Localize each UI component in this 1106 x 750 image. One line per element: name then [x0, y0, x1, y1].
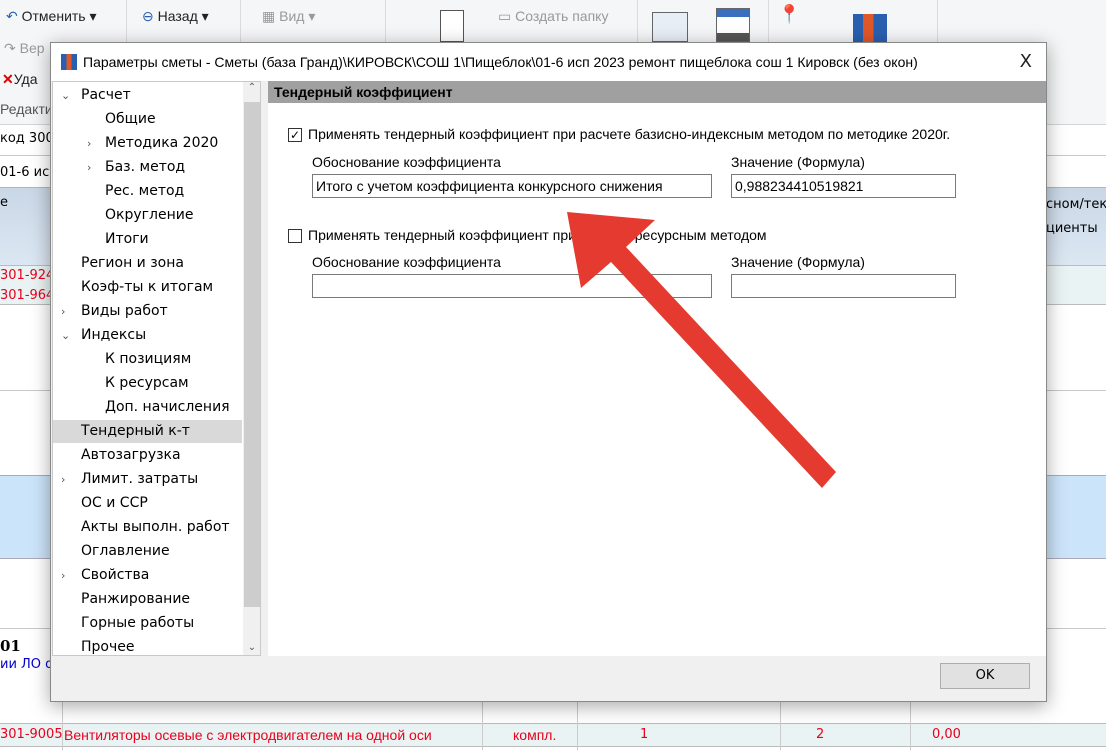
red-arrow-annotation: [567, 212, 836, 488]
arrow-icon: [567, 212, 836, 488]
